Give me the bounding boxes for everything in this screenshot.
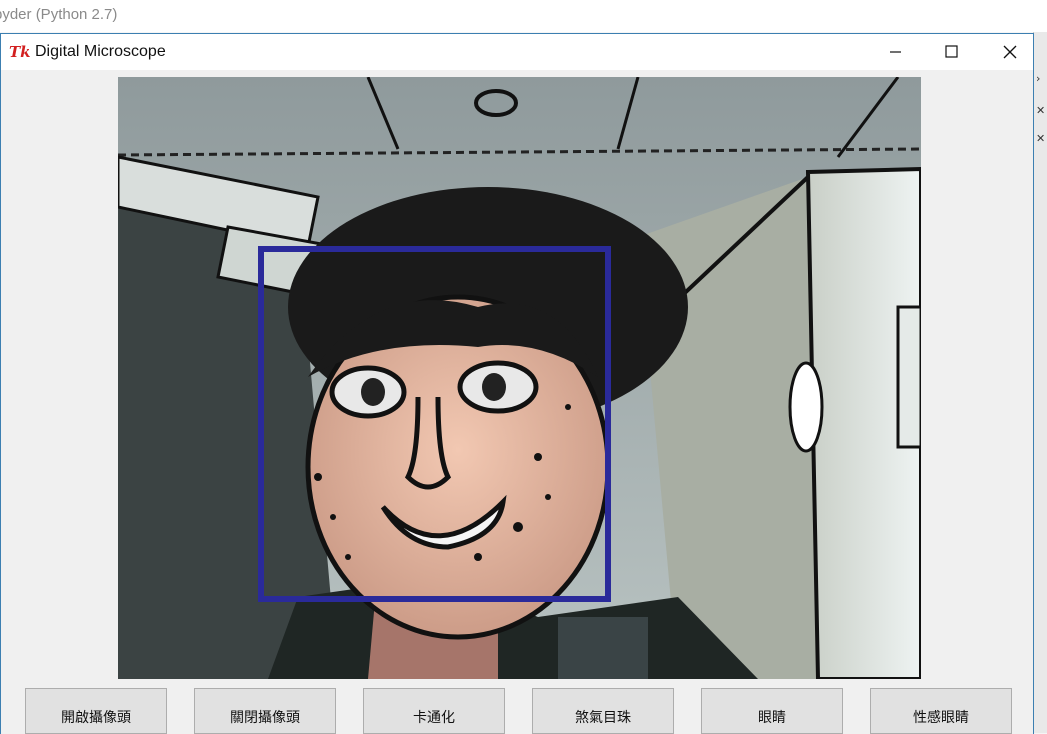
background-window-edge: › ✕ ✕ bbox=[1033, 32, 1047, 733]
app-window: Tk Digital Microscope 開啟攝像頭 關閉攝像頭 卡通化 煞氣… bbox=[0, 33, 1034, 734]
minimize-icon bbox=[890, 51, 901, 53]
camera-feed bbox=[118, 77, 921, 679]
background-close-mark: ✕ bbox=[1036, 104, 1046, 117]
maximize-icon bbox=[945, 45, 958, 58]
eyes-button[interactable]: 眼睛 bbox=[701, 688, 843, 734]
maximize-button[interactable] bbox=[928, 34, 974, 70]
background-close-mark-2: ✕ bbox=[1036, 132, 1046, 145]
cartoonize-button[interactable]: 卡通化 bbox=[363, 688, 505, 734]
minimize-button[interactable] bbox=[872, 34, 918, 70]
sexy-eyes-button[interactable]: 性感眼睛 bbox=[870, 688, 1012, 734]
background-edge-mark: › bbox=[1036, 72, 1041, 85]
window-title: Digital Microscope bbox=[35, 43, 166, 60]
fierce-eyes-button[interactable]: 煞氣目珠 bbox=[532, 688, 674, 734]
close-button[interactable] bbox=[983, 34, 1029, 70]
window-titlebar[interactable]: Tk Digital Microscope bbox=[1, 34, 1033, 70]
background-window-title: pyder (Python 2.7) bbox=[0, 6, 118, 23]
close-camera-button[interactable]: 關閉攝像頭 bbox=[194, 688, 336, 734]
button-row: 開啟攝像頭 關閉攝像頭 卡通化 煞氣目珠 眼睛 性感眼睛 bbox=[11, 688, 1029, 734]
camera-image bbox=[118, 77, 921, 679]
open-camera-button[interactable]: 開啟攝像頭 bbox=[25, 688, 167, 734]
background-window-titlebar: pyder (Python 2.7) bbox=[0, 0, 1047, 32]
close-icon bbox=[1003, 45, 1017, 59]
tk-logo-icon: Tk bbox=[9, 43, 31, 61]
